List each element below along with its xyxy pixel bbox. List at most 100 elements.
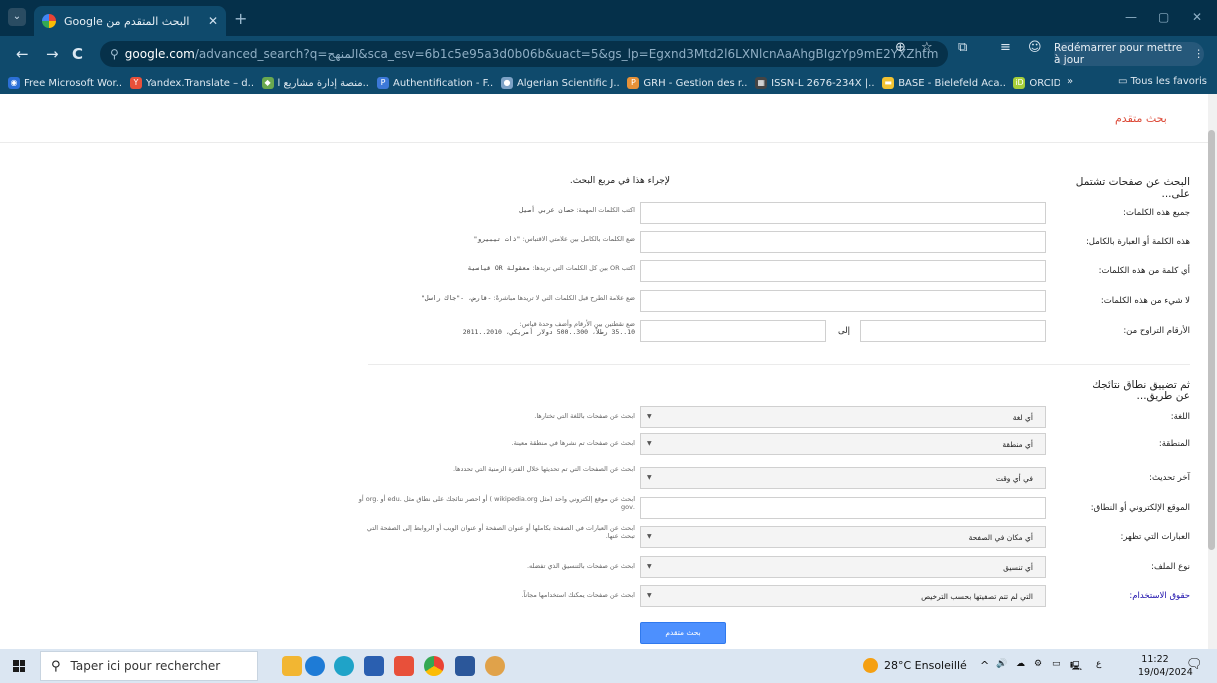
filter-label[interactable]: حقوق الاستخدام: [1060, 591, 1190, 601]
new-tab-button[interactable]: + [234, 9, 247, 28]
office-icon[interactable] [394, 656, 414, 676]
restart-update-button[interactable]: Redémarrer pour mettre à jour ⋮ [1054, 42, 1204, 66]
bookmarks-overflow-icon[interactable]: » [1067, 76, 1073, 87]
tab-search-dropdown[interactable]: ⌄ [8, 8, 26, 26]
store-icon[interactable] [364, 656, 384, 676]
google-favicon-icon [42, 14, 56, 28]
battery-icon[interactable]: ▭ [1052, 659, 1061, 669]
scrollbar-thumb[interactable] [1208, 130, 1215, 550]
bookmark-item[interactable]: P Authentification - F... [376, 77, 493, 89]
filter-dropdown[interactable]: أي تنسيق ▼ [640, 556, 1046, 578]
search-term-input[interactable] [640, 202, 1046, 224]
bookmark-item[interactable]: ◉ Free Microsoft Wor... [8, 77, 122, 89]
field-hint: ضع نقطتين بين الأرقام وأضف وحدة قياس: 10… [355, 320, 635, 336]
weather-text[interactable]: 28°C Ensoleillé [884, 659, 967, 672]
search-term-input[interactable] [640, 290, 1046, 312]
extensions-icon[interactable]: ⧉ [958, 40, 967, 55]
filter-label: اللغة: [1170, 412, 1190, 422]
chevron-down-icon: ▼ [647, 592, 652, 599]
bookmark-item[interactable]: ▬ BASE - Bielefeld Aca... [882, 77, 1005, 89]
search-term-input[interactable] [640, 231, 1046, 253]
windows-start-icon[interactable] [13, 660, 25, 672]
clock[interactable]: 11:22 19/04/2024 [1138, 653, 1193, 679]
keyboard-language-icon[interactable]: ع [1096, 659, 1101, 669]
site-info-icon[interactable]: ⚲ [110, 47, 119, 61]
chevron-down-icon: ▼ [647, 413, 652, 420]
more-menu-icon[interactable]: ⋮ [1194, 48, 1205, 60]
clock-date: 19/04/2024 [1138, 667, 1193, 678]
bookmark-item[interactable]: ● Algerian Scientific J... [500, 77, 619, 89]
dropdown-selected-value: أي منطقة [1002, 440, 1033, 449]
advanced-search-page: بحث متقدم البحث عن صفحات تشتمل على... لإ… [0, 94, 1217, 649]
filter-hint: ابحث عن صفحات يمكنك استخدامها مجاناً. [521, 591, 635, 599]
field-hint-text: اكتب OR بين كل الكلمات التي تريدها: [532, 264, 635, 272]
filter-dropdown[interactable]: أي لغة ▼ [640, 406, 1046, 428]
edge-browser-icon[interactable] [334, 656, 354, 676]
minimize-button[interactable]: — [1125, 10, 1137, 24]
reading-list-icon[interactable]: ≡ [1000, 40, 1011, 55]
back-button[interactable]: ← [16, 45, 29, 63]
dropdown-selected-value: في أي وقت [995, 474, 1033, 483]
paint-app-icon[interactable] [485, 656, 505, 676]
filter-dropdown[interactable]: في أي وقت ▼ [640, 467, 1046, 489]
bookmark-item[interactable]: Y Yandex.Translate – d... [129, 77, 254, 89]
onedrive-icon[interactable]: ☁ [1016, 659, 1025, 669]
dropdown-selected-value: أي تنسيق [1003, 563, 1033, 572]
word-icon[interactable] [455, 656, 475, 676]
filter-dropdown[interactable]: أي منطقة ▼ [640, 433, 1046, 455]
number-range-from-input[interactable] [640, 320, 826, 342]
filter-label: العبارات التي تظهر: [1120, 532, 1191, 542]
active-tab[interactable]: البحث المتقدم من Google ✕ [34, 6, 226, 36]
all-bookmarks-folder[interactable]: ▭ Tous les favoris [1118, 76, 1207, 87]
zoom-icon[interactable]: ⊕ [895, 40, 906, 55]
weather-sun-icon[interactable] [863, 658, 878, 673]
filter-hint: ابحث عن الصفحات التي تم تحديثها خلال الف… [452, 465, 635, 473]
filter-hint: ابحث عن صفحات باللغة التي تختارها. [534, 412, 635, 420]
bookmark-item[interactable]: ▦ ISSN-L 2676-234X |... [755, 77, 874, 89]
filter-dropdown[interactable]: أي مكان في الصفحة ▼ [640, 526, 1046, 548]
taskbar-search-input[interactable]: ⚲ Taper ici pour rechercher [40, 651, 258, 681]
url-path: /advanced_search?q=المنهج&sca_esv=6b1c5e… [194, 47, 938, 61]
forward-button[interactable]: → [46, 45, 59, 63]
notifications-icon[interactable]: 🗨 [1186, 657, 1203, 672]
file-explorer-icon[interactable] [282, 656, 302, 676]
tab-close-icon[interactable]: ✕ [208, 14, 218, 28]
field-example: حصان عربي أصيل [519, 206, 575, 214]
field-hint: ضع علامة الطرح قبل الكلمات التي لا تريده… [355, 294, 635, 302]
network-icon[interactable]: 🖳 [1070, 659, 1082, 675]
advanced-search-submit-button[interactable]: بحث متقدم [640, 622, 726, 644]
chevron-down-icon: ▼ [647, 440, 652, 447]
site-domain-input[interactable] [640, 497, 1046, 519]
bookmark-label: Authentification - F... [392, 77, 493, 89]
reload-button[interactable]: C [72, 45, 83, 63]
search-icon: ⚲ [51, 658, 61, 674]
bookmark-item[interactable]: ◆منصة إدارة مشاريع ا... [261, 77, 369, 89]
profile-avatar-icon[interactable]: ☺ [1028, 40, 1042, 55]
filter-label: آخر تحديث: [1149, 473, 1190, 483]
filter-label: نوع الملف: [1151, 562, 1190, 572]
number-range-to-input[interactable] [860, 320, 1046, 342]
settings-tray-icon[interactable]: ⚙ [1034, 659, 1042, 669]
field-hint: اكتب OR بين كل الكلمات التي تريدها: معقو… [355, 264, 635, 272]
maximize-button[interactable]: ▢ [1158, 10, 1169, 24]
tray-overflow-icon[interactable]: ^ [980, 659, 989, 672]
chrome-icon[interactable] [424, 656, 444, 676]
windows-taskbar: ⚲ Taper ici pour rechercher 28°C Ensolei… [0, 649, 1217, 683]
bookmark-item[interactable]: P GRH - Gestion des r... [627, 77, 747, 89]
bookmark-label: BASE - Bielefeld Aca... [898, 77, 1006, 89]
volume-icon[interactable]: 🔊 [996, 659, 1007, 669]
globe-app-icon[interactable] [305, 656, 325, 676]
bookmark-favicon-icon: P [627, 77, 640, 89]
page-scrollbar[interactable] [1208, 94, 1217, 649]
chevron-down-icon: ▼ [647, 474, 652, 481]
filter-dropdown[interactable]: التي لم تتم تصفيتها بحسب الترخيص ▼ [640, 585, 1046, 607]
address-bar[interactable]: ⚲ google.com /advanced_search?q=المنهج&s… [100, 41, 948, 67]
search-term-input[interactable] [640, 260, 1046, 282]
bookmark-item[interactable]: iD ORCID [1013, 77, 1060, 89]
section-narrow-title: ثم تضييق نطاق نتائجك عن طريق... [1092, 379, 1190, 403]
bookmark-favicon-icon: ▬ [882, 77, 895, 89]
close-window-button[interactable]: ✕ [1192, 10, 1202, 24]
bookmark-star-icon[interactable]: ☆ [921, 40, 933, 55]
field-hint-text: ضع علامة الطرح قبل الكلمات التي لا تريده… [493, 294, 635, 302]
browser-titlebar: ⌄ البحث المتقدم من Google ✕ + — ▢ ✕ [0, 0, 1217, 36]
